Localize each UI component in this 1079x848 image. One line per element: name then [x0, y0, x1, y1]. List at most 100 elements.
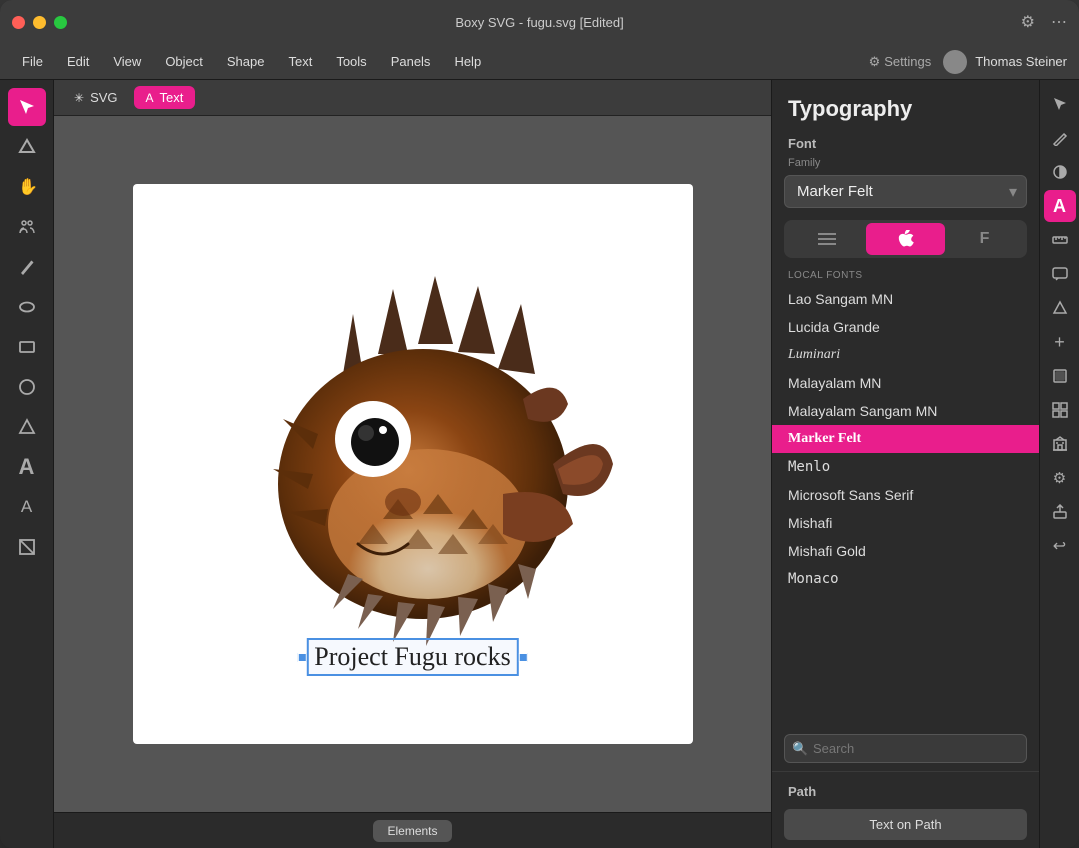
more-options-icon[interactable]: ⋯	[1051, 12, 1067, 32]
minimize-button[interactable]	[33, 16, 46, 29]
svg-text:✋: ✋	[18, 178, 36, 196]
text-on-path-button[interactable]: Text on Path	[784, 809, 1027, 840]
font-source-tab-apple[interactable]	[866, 223, 945, 255]
export-right-tool[interactable]	[1044, 496, 1076, 528]
tab-text-label: Text	[160, 90, 184, 105]
node-tool[interactable]	[8, 128, 46, 166]
font-item-3[interactable]: Malayalam MN	[772, 369, 1039, 397]
font-item-6[interactable]: Menlo	[772, 453, 1039, 481]
plus-right-tool[interactable]: +	[1044, 326, 1076, 358]
crop-tool[interactable]	[8, 528, 46, 566]
typography-right-tool[interactable]: A	[1044, 190, 1076, 222]
menu-text[interactable]: Text	[278, 50, 322, 73]
pencil-right-tool[interactable]	[1044, 122, 1076, 154]
font-family-wrapper: Marker Felt ▾	[784, 175, 1027, 208]
menu-view[interactable]: View	[103, 50, 151, 73]
font-item-2[interactable]: Luminari	[772, 341, 1039, 369]
canvas-area: ✳ SVG A Text	[54, 80, 771, 848]
user-info: Thomas Steiner	[943, 50, 1067, 74]
layers-right-tool[interactable]	[1044, 360, 1076, 392]
canvas-wrapper[interactable]: Project Fugu rocks	[54, 116, 771, 812]
font-item-1[interactable]: Lucida Grande	[772, 313, 1039, 341]
people-tool[interactable]	[8, 208, 46, 246]
left-toolbar: ✋ A A	[0, 80, 54, 848]
menu-edit[interactable]: Edit	[57, 50, 99, 73]
right-panel: Typography Font Family Marker Felt ▾ F	[771, 80, 1039, 848]
right-icon-bar: A + ⚙ ↩	[1039, 80, 1079, 848]
window-title: Boxy SVG - fugu.svg [Edited]	[455, 15, 623, 30]
font-item-0[interactable]: Lao Sangam MN	[772, 285, 1039, 313]
font-item-8[interactable]: Mishafi	[772, 509, 1039, 537]
tabs-row: ✳ SVG A Text	[54, 80, 771, 116]
font-section-label: Font	[772, 126, 1039, 155]
select-tool[interactable]	[8, 88, 46, 126]
search-input[interactable]	[784, 734, 1027, 763]
app-window: Boxy SVG - fugu.svg [Edited] ⚙ ⋯ File Ed…	[0, 0, 1079, 848]
user-name: Thomas Steiner	[975, 54, 1067, 69]
menu-panels[interactable]: Panels	[381, 50, 441, 73]
panel-title: Typography	[772, 80, 1039, 126]
delta-right-tool[interactable]	[1044, 292, 1076, 324]
menu-object[interactable]: Object	[155, 50, 213, 73]
contrast-right-tool[interactable]	[1044, 156, 1076, 188]
building-right-tool[interactable]	[1044, 428, 1076, 460]
bottom-bar: Elements	[54, 812, 771, 848]
titlebar: Boxy SVG - fugu.svg [Edited] ⚙ ⋯	[0, 0, 1079, 44]
settings-label: Settings	[884, 54, 931, 69]
text-element[interactable]: Project Fugu rocks	[297, 638, 527, 676]
elements-button[interactable]: Elements	[373, 820, 451, 842]
menu-file[interactable]: File	[12, 50, 53, 73]
triangle-tool[interactable]	[8, 408, 46, 446]
selection-handle-right	[519, 653, 528, 662]
text-tool[interactable]: A	[8, 448, 46, 486]
comment-right-tool[interactable]	[1044, 258, 1076, 290]
rect-tool[interactable]	[8, 328, 46, 366]
menubar: File Edit View Object Shape Text Tools P…	[0, 44, 1079, 80]
maximize-button[interactable]	[54, 16, 67, 29]
local-fonts-header: LOCAL FONTS	[772, 266, 1039, 285]
font-family-select[interactable]: Marker Felt	[784, 175, 1027, 208]
text-tab-icon: A	[146, 91, 154, 105]
menubar-right: ⚙ Settings Thomas Steiner	[869, 50, 1067, 74]
settings-button[interactable]: ⚙ Settings	[869, 54, 932, 70]
search-icon: 🔍	[792, 741, 808, 757]
menu-shape[interactable]: Shape	[217, 50, 275, 73]
gear-right-tool[interactable]: ⚙	[1044, 462, 1076, 494]
menu-help[interactable]: Help	[444, 50, 491, 73]
font-item-4[interactable]: Malayalam Sangam MN	[772, 397, 1039, 425]
font-source-tab-google[interactable]: F	[945, 223, 1024, 255]
canvas-text[interactable]: Project Fugu rocks	[306, 638, 518, 676]
avatar	[943, 50, 967, 74]
canvas-surface: Project Fugu rocks	[133, 184, 693, 744]
tab-text[interactable]: A Text	[134, 86, 196, 109]
search-wrapper: 🔍	[784, 734, 1027, 763]
tab-svg-label: SVG	[90, 90, 117, 105]
font-item-9[interactable]: Mishafi Gold	[772, 537, 1039, 565]
font-item-5[interactable]: Marker Felt	[772, 425, 1039, 453]
main-area: ✋ A A	[0, 80, 1079, 848]
cursor-right-tool[interactable]	[1044, 88, 1076, 120]
path-label: Path	[772, 784, 1039, 809]
tab-svg[interactable]: ✳ SVG	[62, 86, 130, 109]
font-item-10[interactable]: Monaco	[772, 565, 1039, 593]
traffic-lights	[12, 16, 67, 29]
pen-tool[interactable]	[8, 248, 46, 286]
selection-handle-left	[297, 653, 306, 662]
path-section: Path Text on Path	[772, 771, 1039, 848]
puzzle-icon[interactable]: ⚙	[1021, 12, 1035, 32]
pan-tool[interactable]: ✋	[8, 168, 46, 206]
text-small-tool[interactable]: A	[8, 488, 46, 526]
ellipse-tool[interactable]	[8, 288, 46, 326]
font-list[interactable]: LOCAL FONTS Lao Sangam MN Lucida Grande …	[772, 266, 1039, 726]
grid-right-tool[interactable]	[1044, 394, 1076, 426]
close-button[interactable]	[12, 16, 25, 29]
font-source-tabs: F	[784, 220, 1027, 258]
undo-right-tool[interactable]: ↩	[1044, 530, 1076, 562]
font-item-7[interactable]: Microsoft Sans Serif	[772, 481, 1039, 509]
ruler-right-tool[interactable]	[1044, 224, 1076, 256]
pufferfish-illustration	[183, 234, 643, 694]
circle-tool[interactable]	[8, 368, 46, 406]
menu-tools[interactable]: Tools	[326, 50, 376, 73]
font-source-tab-list[interactable]	[787, 223, 866, 255]
family-label: Family	[772, 155, 1039, 175]
